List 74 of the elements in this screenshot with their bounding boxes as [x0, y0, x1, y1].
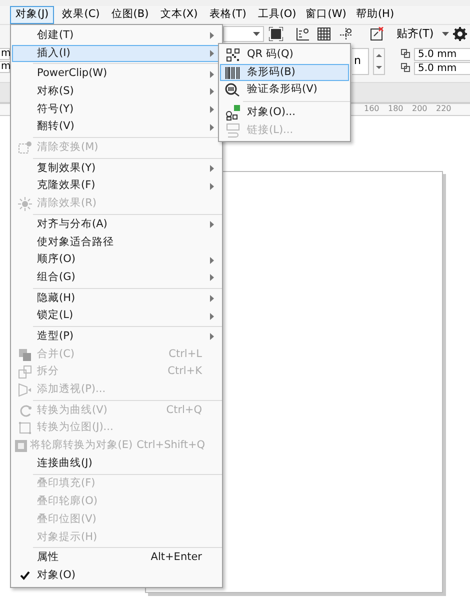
qr-code-icon: [226, 48, 240, 62]
bitmap-icon: [18, 421, 32, 436]
menu-item[interactable]: 创建(T): [12, 27, 221, 45]
menu-item[interactable]: 对象(O)...: [220, 104, 349, 122]
ruler-label: 160: [364, 104, 379, 114]
submenu-arrow-icon: [210, 312, 214, 320]
menu-bar-item[interactable]: 窗口(W): [304, 6, 348, 24]
perspective-icon: [18, 382, 32, 397]
menu-item[interactable]: QR 码(Q): [220, 46, 349, 64]
caret-icon: [442, 32, 449, 36]
menu-item[interactable]: 对齐与分布(A): [12, 216, 221, 234]
menu-item[interactable]: 插入(I): [12, 44, 221, 62]
transform-icon: [18, 140, 32, 155]
outline-icon: [14, 438, 28, 453]
submenu-arrow-icon: [210, 70, 214, 78]
ruler-label: 180: [388, 104, 403, 114]
submenu-arrow-icon: [210, 50, 214, 58]
menu-bar-item[interactable]: 工具(O): [255, 6, 299, 24]
input-field[interactable]: m: [0, 61, 10, 73]
menu-item[interactable]: 复制效果(Y): [12, 160, 221, 178]
menu-item[interactable]: 对称(S): [12, 83, 221, 101]
submenu-arrow-icon: [210, 88, 214, 96]
submenu-arrow-icon: [210, 124, 214, 131]
caret-icon: [252, 32, 260, 36]
menu-item[interactable]: 克隆效果(F): [12, 178, 221, 196]
menu-item[interactable]: 组合(G): [12, 268, 221, 287]
sparkle-icon: [18, 197, 32, 212]
menu-item[interactable]: PowerClip(W): [12, 65, 221, 84]
input-field[interactable]: 5.0 mm: [414, 48, 470, 61]
menu-item[interactable]: 使对象适合路径: [12, 234, 221, 252]
submenu-arrow-icon: [210, 256, 214, 264]
input-field[interactable]: 5.0 mm: [414, 62, 470, 75]
input-field[interactable]: m: [0, 48, 10, 60]
dropdown-field[interactable]: [223, 26, 264, 42]
menu-item[interactable]: 条形码(B): [220, 64, 349, 82]
menu-bar-item[interactable]: 对象(J): [10, 6, 54, 24]
menu-item[interactable]: 属性 Alt+Enter: [12, 549, 221, 567]
menu-bar-item[interactable]: 帮助(H): [353, 6, 397, 24]
split-icon: [18, 365, 32, 380]
ruler-label: 200: [412, 104, 427, 114]
menu-item[interactable]: 对象(O): [12, 566, 221, 585]
spin-buttons[interactable]: [373, 48, 385, 75]
submenu-arrow-icon: [210, 274, 214, 282]
submenu-arrow-icon: [210, 165, 214, 172]
duplicate-offset-icon: [401, 49, 412, 60]
snap-dropdown[interactable]: 贴齐(T): [396, 26, 449, 42]
link-icon: [225, 122, 241, 139]
magnifier-icon: [225, 83, 241, 98]
menu-item[interactable]: 锁定(L): [12, 307, 221, 325]
menu-item[interactable]: 翻转(V): [12, 118, 221, 136]
submenu-arrow-icon: [210, 182, 214, 190]
menu-item[interactable]: 符号(Y): [12, 100, 221, 118]
menu-bar-item[interactable]: 效果(C): [59, 6, 103, 24]
curve-icon: [18, 404, 32, 418]
menu-bar-item[interactable]: 文本(X): [157, 6, 201, 24]
submenu-arrow-icon: [210, 221, 214, 228]
menu-item[interactable]: 顺序(O): [12, 251, 221, 269]
menu-bar-item[interactable]: 位图(B): [108, 6, 152, 24]
submenu-arrow-icon: [210, 294, 214, 302]
shapes-icon: [225, 104, 241, 121]
barcode-icon: [225, 66, 241, 80]
submenu-arrow-icon: [210, 32, 214, 40]
duplicate-offset-icon: [401, 63, 412, 74]
menu-item[interactable]: 隐藏(H): [12, 290, 221, 308]
ruler-label: 220: [436, 104, 451, 114]
submenu-arrow-icon: [210, 106, 214, 114]
combine-icon: [18, 348, 32, 362]
menu-bar-item[interactable]: 表格(T): [206, 6, 250, 24]
settings-icon[interactable]: [450, 25, 470, 43]
input-field[interactable]: n: [352, 48, 369, 75]
menu-item[interactable]: 连接曲线(J): [12, 454, 221, 472]
menu-item[interactable]: 造型(P): [12, 328, 221, 346]
menu-item[interactable]: 验证条形码(V): [220, 81, 349, 100]
submenu-arrow-icon: [210, 333, 214, 340]
